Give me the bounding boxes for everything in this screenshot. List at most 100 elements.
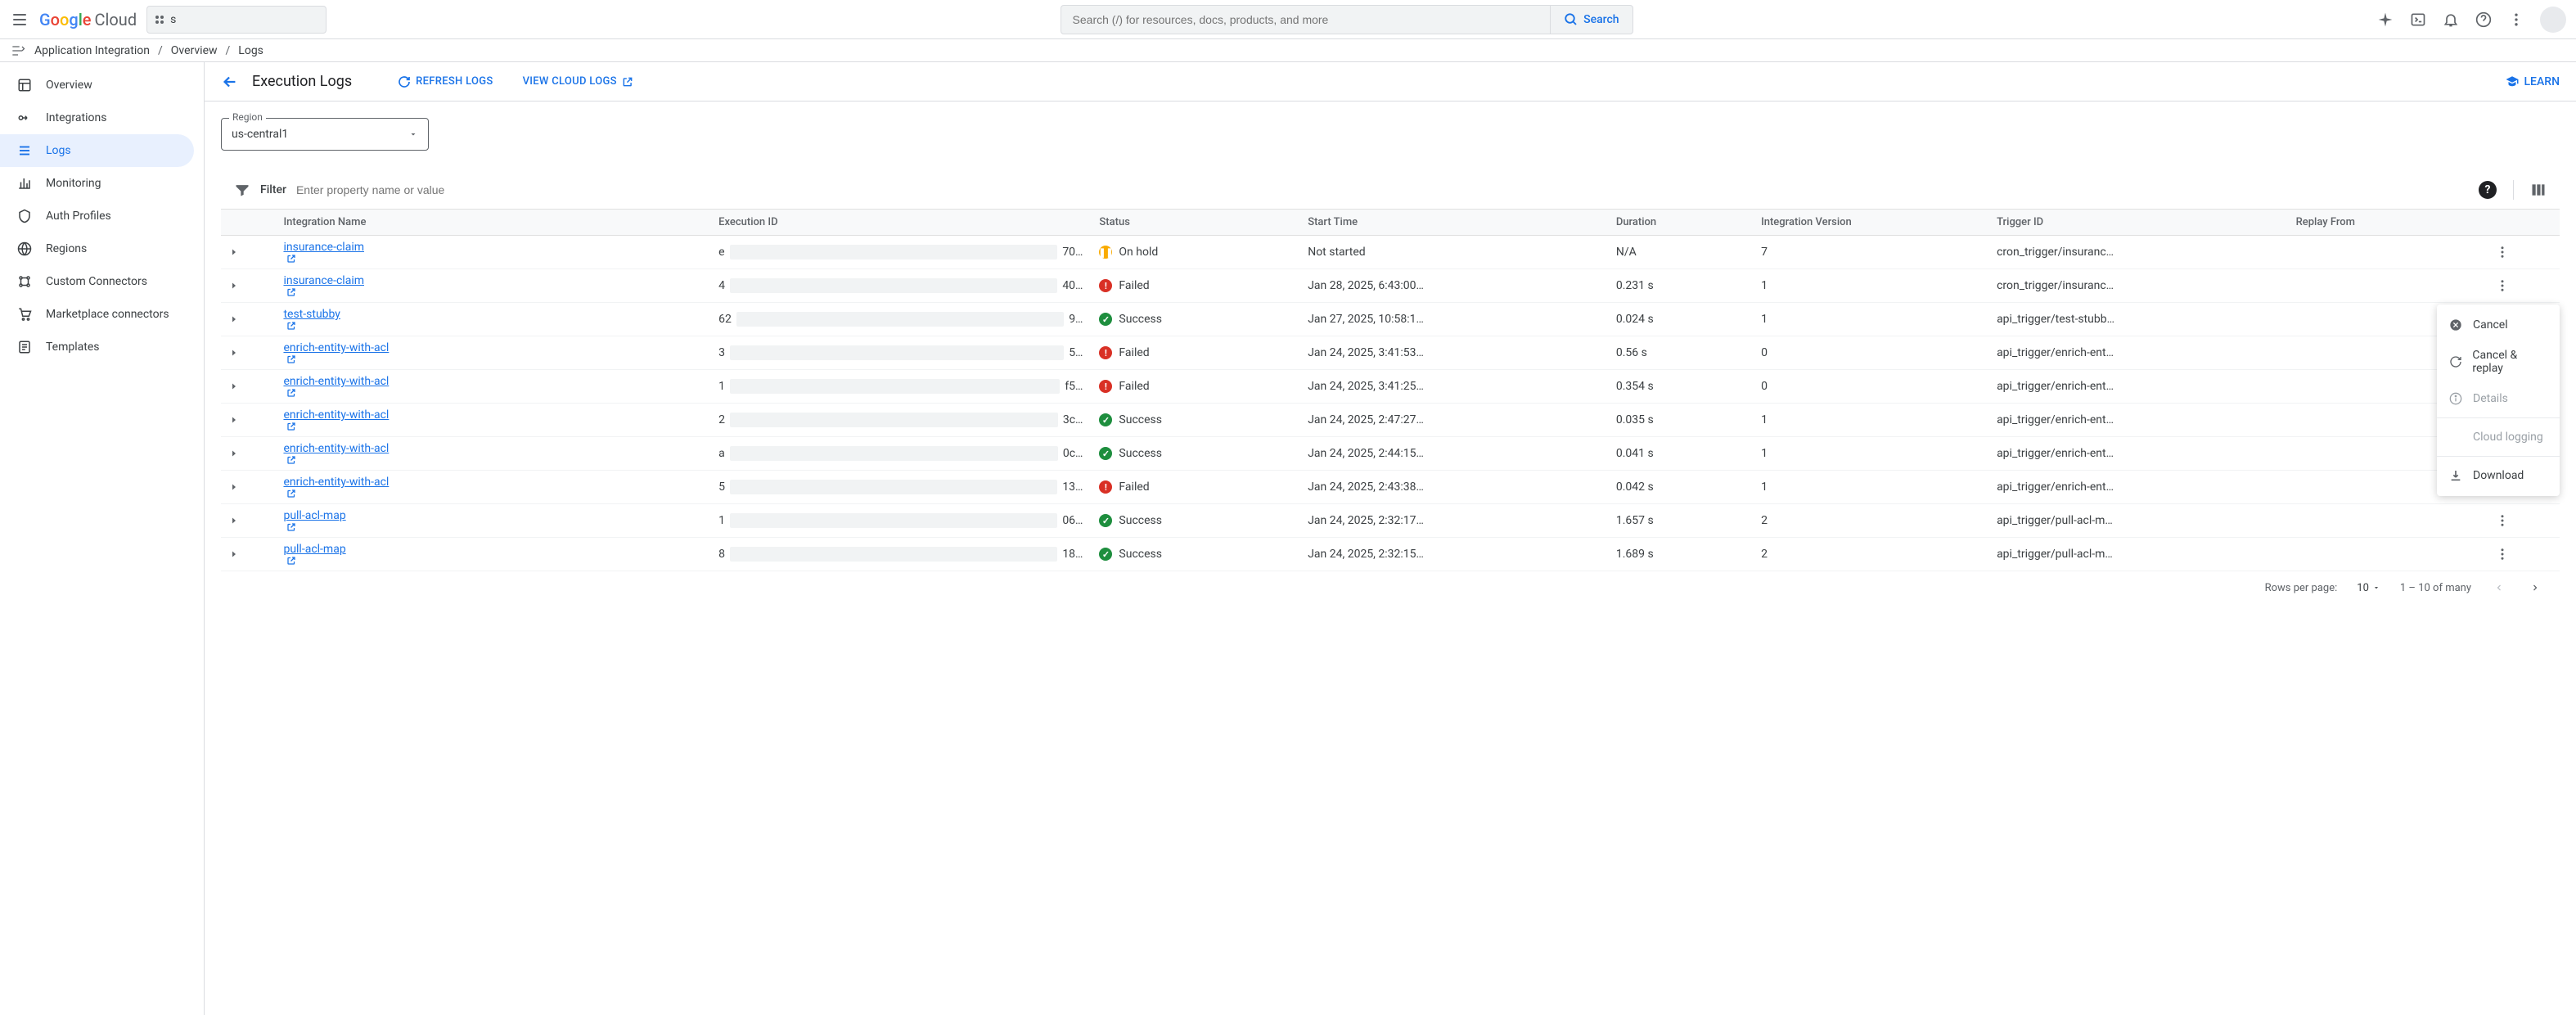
expand-row-icon[interactable]	[229, 549, 239, 559]
refresh-logs-button[interactable]: Refresh Logs	[398, 75, 493, 88]
col-trigger-id[interactable]: Trigger ID	[1988, 210, 2288, 236]
breadcrumb-product[interactable]: Application Integration	[34, 44, 150, 57]
cloud-shell-icon[interactable]	[2409, 11, 2427, 29]
col-execution-id[interactable]: Execution ID	[710, 210, 1091, 236]
avatar[interactable]	[2540, 7, 2566, 33]
integration-link[interactable]: enrich-entity-with-acl	[283, 375, 389, 388]
project-text: s	[170, 13, 317, 26]
sidebar-item-custom-connectors[interactable]: Custom Connectors	[0, 265, 204, 298]
search-icon	[1564, 12, 1578, 27]
external-link-icon	[286, 556, 296, 566]
trigger-id: cron_trigger/insuranc…	[1988, 269, 2288, 303]
row-menu-icon[interactable]	[2495, 513, 2510, 528]
start-time: Jan 24, 2025, 2:32:15…	[1299, 538, 1608, 571]
integration-link[interactable]: enrich-entity-with-acl	[283, 476, 389, 489]
integration-link[interactable]: pull-acl-map	[283, 509, 345, 522]
trigger-id: api_trigger/enrich-ent…	[1988, 370, 2288, 404]
expand-row-icon[interactable]	[229, 381, 239, 391]
status-cell: ❚❚On hold	[1099, 246, 1291, 259]
filter-input[interactable]	[296, 183, 2469, 196]
breadcrumb-logs[interactable]: Logs	[238, 44, 263, 57]
start-time: Jan 27, 2025, 10:58:1…	[1299, 303, 1608, 336]
help-icon[interactable]	[2475, 11, 2493, 29]
menu-cancel-replay[interactable]: Cancel & replay	[2437, 341, 2560, 383]
col-status[interactable]: Status	[1091, 210, 1299, 236]
row-menu-icon[interactable]	[2495, 278, 2510, 293]
sidebar-item-regions[interactable]: Regions	[0, 232, 204, 265]
learn-button[interactable]: LEARN	[2505, 74, 2560, 89]
expand-row-icon[interactable]	[229, 247, 239, 257]
col-duration[interactable]: Duration	[1608, 210, 1753, 236]
sidebar-item-templates[interactable]: Templates	[0, 331, 204, 363]
expand-row-icon[interactable]	[229, 348, 239, 358]
menu-icon[interactable]	[10, 10, 29, 29]
duration: 0.024 s	[1608, 303, 1753, 336]
monitoring-icon	[16, 175, 33, 192]
menu-download[interactable]: Download	[2437, 460, 2560, 491]
integration-link[interactable]: test-stubby	[283, 308, 340, 321]
view-cloud-logs-button[interactable]: View Cloud Logs	[523, 75, 633, 88]
sidebar-item-overview[interactable]: Overview	[0, 69, 204, 102]
sidebar-item-integrations[interactable]: Integrations	[0, 102, 204, 134]
region-select[interactable]: us-central1	[221, 118, 429, 151]
back-arrow-icon[interactable]	[221, 73, 239, 91]
prev-page-icon[interactable]	[2491, 580, 2507, 596]
gcp-logo[interactable]: Google Cloud	[39, 10, 137, 29]
expand-row-icon[interactable]	[229, 516, 239, 526]
search-button[interactable]: Search	[1550, 6, 1632, 34]
chevron-down-icon	[2372, 584, 2380, 592]
search-input[interactable]	[1061, 13, 1551, 26]
next-page-icon[interactable]	[2527, 580, 2543, 596]
integration-link[interactable]: enrich-entity-with-acl	[283, 442, 389, 455]
expand-row-icon[interactable]	[229, 449, 239, 458]
status-label: Success	[1119, 413, 1162, 426]
integration-version: 0	[1753, 336, 1988, 370]
integration-link[interactable]: enrich-entity-with-acl	[283, 408, 389, 422]
replay-from	[2288, 236, 2488, 269]
table-row: enrich-entity-with-acl 1f5… !Failed Jan …	[221, 370, 2560, 404]
project-selector[interactable]: s	[146, 6, 327, 34]
more-icon[interactable]	[2507, 11, 2525, 29]
row-menu-icon[interactable]	[2495, 547, 2510, 562]
rows-per-page-select[interactable]: 10	[2357, 582, 2380, 594]
integration-link[interactable]: insurance-claim	[283, 274, 364, 287]
expand-row-icon[interactable]	[229, 482, 239, 492]
breadcrumb-overview[interactable]: Overview	[171, 44, 218, 57]
logs-table: Integration Name Execution ID Status Sta…	[221, 210, 2560, 571]
expand-row-icon[interactable]	[229, 314, 239, 324]
download-icon	[2448, 468, 2463, 483]
expand-row-icon[interactable]	[229, 415, 239, 425]
col-integration-version[interactable]: Integration Version	[1753, 210, 1988, 236]
col-start-time[interactable]: Start Time	[1299, 210, 1608, 236]
filter-help-icon[interactable]: ?	[2479, 181, 2497, 199]
row-menu-icon[interactable]	[2495, 245, 2510, 259]
sidebar-item-monitoring[interactable]: Monitoring	[0, 167, 204, 200]
integration-link[interactable]: pull-acl-map	[283, 543, 345, 556]
columns-icon[interactable]	[2530, 182, 2547, 198]
masked-id	[730, 480, 1057, 494]
notifications-icon[interactable]	[2442, 11, 2460, 29]
chevron-down-icon	[408, 129, 418, 139]
start-time: Jan 28, 2025, 6:43:00…	[1299, 269, 1608, 303]
sidebar-item-marketplace-connectors[interactable]: Marketplace connectors	[0, 298, 204, 331]
table-row: insurance-claim 440… !Failed Jan 28, 202…	[221, 269, 2560, 303]
expand-row-icon[interactable]	[229, 281, 239, 291]
replay-from	[2288, 504, 2488, 538]
col-replay-from[interactable]: Replay From	[2288, 210, 2488, 236]
status-icon: ✓	[1099, 548, 1112, 561]
gemini-icon[interactable]	[2376, 11, 2394, 29]
execution-id-cell: 440…	[718, 278, 1083, 293]
status-label: Success	[1119, 548, 1162, 561]
status-icon: !	[1099, 279, 1112, 292]
rows-per-page-label: Rows per page:	[2265, 582, 2338, 594]
masked-id	[730, 513, 1057, 528]
sidebar-item-logs[interactable]: Logs	[0, 134, 194, 167]
table-row: enrich-entity-with-acl 513… !Failed Jan …	[221, 471, 2560, 504]
sidebar-item-auth-profiles[interactable]: Auth Profiles	[0, 200, 204, 232]
menu-cancel[interactable]: Cancel	[2437, 309, 2560, 341]
search-box: Search	[1061, 5, 1633, 34]
integration-link[interactable]: enrich-entity-with-acl	[283, 341, 389, 354]
col-integration-name[interactable]: Integration Name	[275, 210, 710, 236]
integration-link[interactable]: insurance-claim	[283, 241, 364, 254]
execution-id-cell: 513…	[718, 480, 1083, 494]
